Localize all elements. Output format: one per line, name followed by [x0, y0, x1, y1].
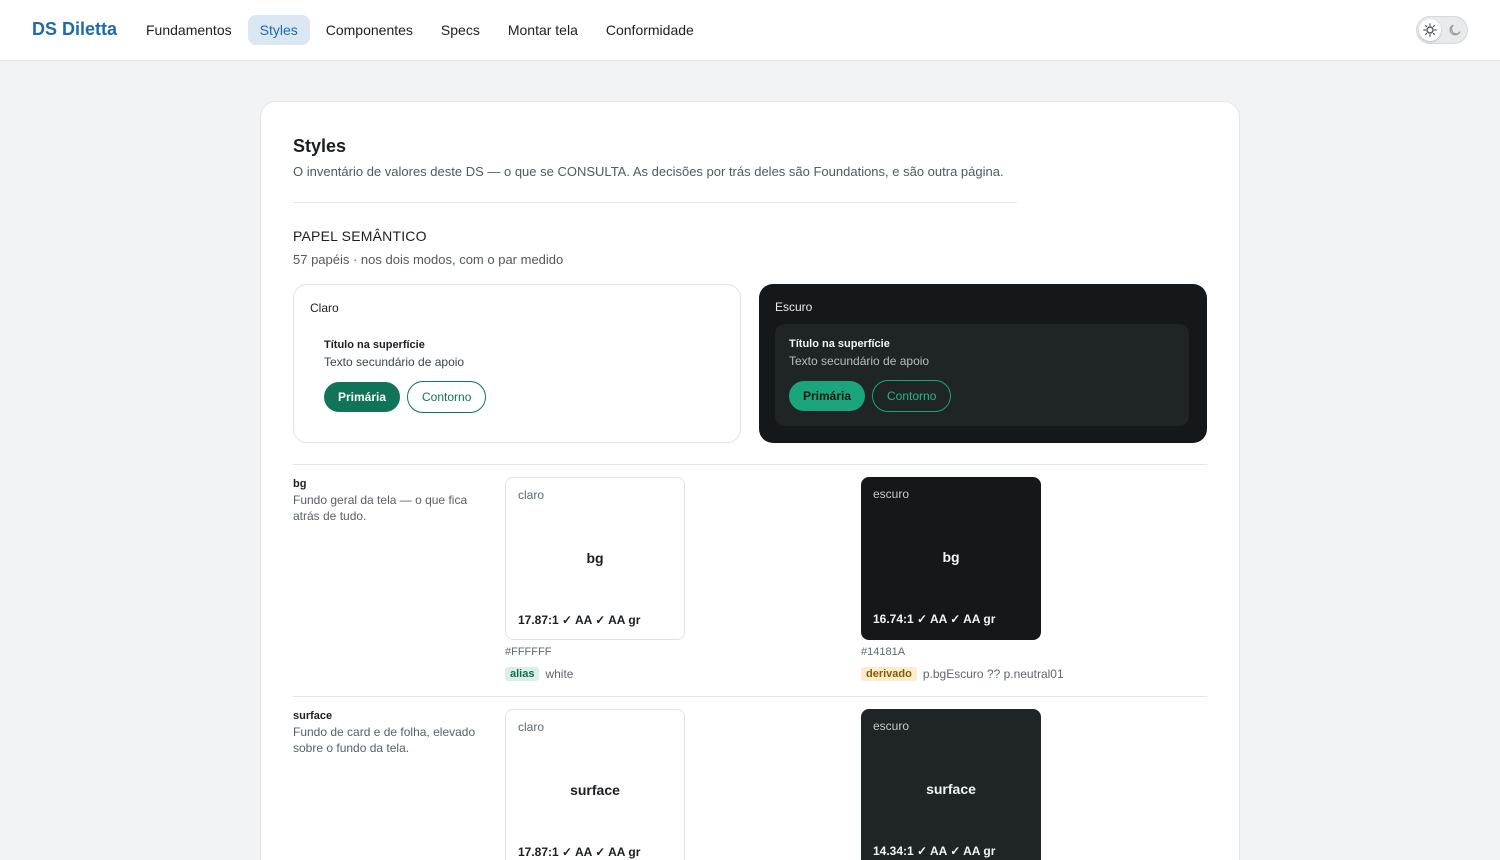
token-name: surface: [293, 710, 333, 722]
nav-item-conformidade[interactable]: Conformidade: [594, 15, 706, 45]
hex-value: #14181A: [861, 646, 906, 658]
top-bar: DS Diletta Fundamentos Styles Componente…: [0, 0, 1500, 61]
page-title: Styles: [293, 136, 347, 156]
page-subtitle: O inventário de valores deste DS — o que…: [293, 164, 1004, 179]
swatch-mode: claro: [518, 720, 545, 734]
swatch-token-label: bg: [586, 550, 604, 566]
derived-tag: derivado: [861, 667, 917, 681]
preview-surface: Título na superfície Texto secundário de…: [775, 324, 1189, 426]
contrast-ratio: 17.87:1 ✓ AA ✓ AA gr: [518, 613, 641, 627]
section-meta: 57 papéis · nos dois modos, com o par me…: [293, 252, 564, 267]
preview-light: Claro Título na superfície Texto secundá…: [293, 284, 741, 443]
swatch-mode: claro: [518, 488, 545, 502]
contrast-ratio: 14.34:1 ✓ AA ✓ AA gr: [873, 844, 996, 858]
swatch-token-label: surface: [570, 782, 620, 798]
token-source: alias white: [505, 667, 573, 681]
nav-item-montar-tela[interactable]: Montar tela: [496, 15, 590, 45]
swatch-light[interactable]: claro surface 17.87:1 ✓ AA ✓ AA gr: [505, 709, 685, 860]
divider: [293, 202, 1017, 203]
section-title: PAPEL SEMÂNTICO: [293, 228, 427, 244]
swatch-light[interactable]: claro bg 17.87:1 ✓ AA ✓ AA gr: [505, 477, 685, 640]
moon-icon: [1447, 22, 1463, 38]
swatch-dark[interactable]: escuro bg 16.74:1 ✓ AA ✓ AA gr: [861, 477, 1041, 640]
token-source: derivado p.bgEscuro ?? p.neutral01: [861, 667, 1064, 681]
alias-tag: alias: [505, 667, 540, 681]
swatch-token-label: bg: [942, 549, 960, 565]
styles-card: Styles O inventário de valores deste DS …: [260, 101, 1240, 860]
primary-button[interactable]: Primária: [789, 381, 866, 411]
nav-item-styles[interactable]: Styles: [247, 15, 310, 45]
hex-value: #FFFFFF: [505, 646, 552, 658]
nav-item-fundamentos[interactable]: Fundamentos: [134, 15, 244, 45]
main-nav: Fundamentos Styles Componentes Specs Mon…: [134, 15, 706, 45]
contrast-ratio: 17.87:1 ✓ AA ✓ AA gr: [518, 845, 641, 859]
theme-toggle[interactable]: [1416, 16, 1468, 44]
nav-item-componentes[interactable]: Componentes: [314, 15, 425, 45]
preview-text: Texto secundário de apoio: [789, 354, 930, 368]
source-value: white: [545, 667, 574, 681]
row-divider: [293, 696, 1207, 697]
preview-mode-label: Escuro: [775, 300, 813, 314]
swatch-mode: escuro: [873, 487, 910, 501]
token-name: bg: [293, 478, 307, 490]
preview-mode-label: Claro: [310, 301, 339, 315]
outline-button[interactable]: Contorno: [872, 380, 952, 412]
row-divider: [293, 464, 1207, 465]
outline-button[interactable]: Contorno: [407, 381, 487, 413]
sun-icon: [1419, 19, 1441, 41]
preview-surface: Título na superfície Texto secundário de…: [310, 325, 724, 427]
swatch-token-label: surface: [926, 781, 976, 797]
source-value: p.bgEscuro ?? p.neutral01: [922, 667, 1064, 681]
token-description: Fundo de card e de folha, elevado sobre …: [293, 725, 476, 755]
nav-item-specs[interactable]: Specs: [429, 15, 492, 45]
brand-logo[interactable]: DS Diletta: [32, 19, 117, 40]
contrast-ratio: 16.74:1 ✓ AA ✓ AA gr: [873, 612, 996, 626]
preview-text: Texto secundário de apoio: [324, 355, 465, 369]
preview-title: Título na superfície: [789, 338, 890, 350]
swatch-mode: escuro: [873, 719, 910, 733]
preview-dark: Escuro Título na superfície Texto secund…: [759, 284, 1207, 443]
preview-title: Título na superfície: [324, 339, 425, 351]
token-description: Fundo geral da tela — o que fica atrás d…: [293, 493, 468, 523]
swatch-dark[interactable]: escuro surface 14.34:1 ✓ AA ✓ AA gr: [861, 709, 1041, 860]
primary-button[interactable]: Primária: [324, 382, 401, 412]
